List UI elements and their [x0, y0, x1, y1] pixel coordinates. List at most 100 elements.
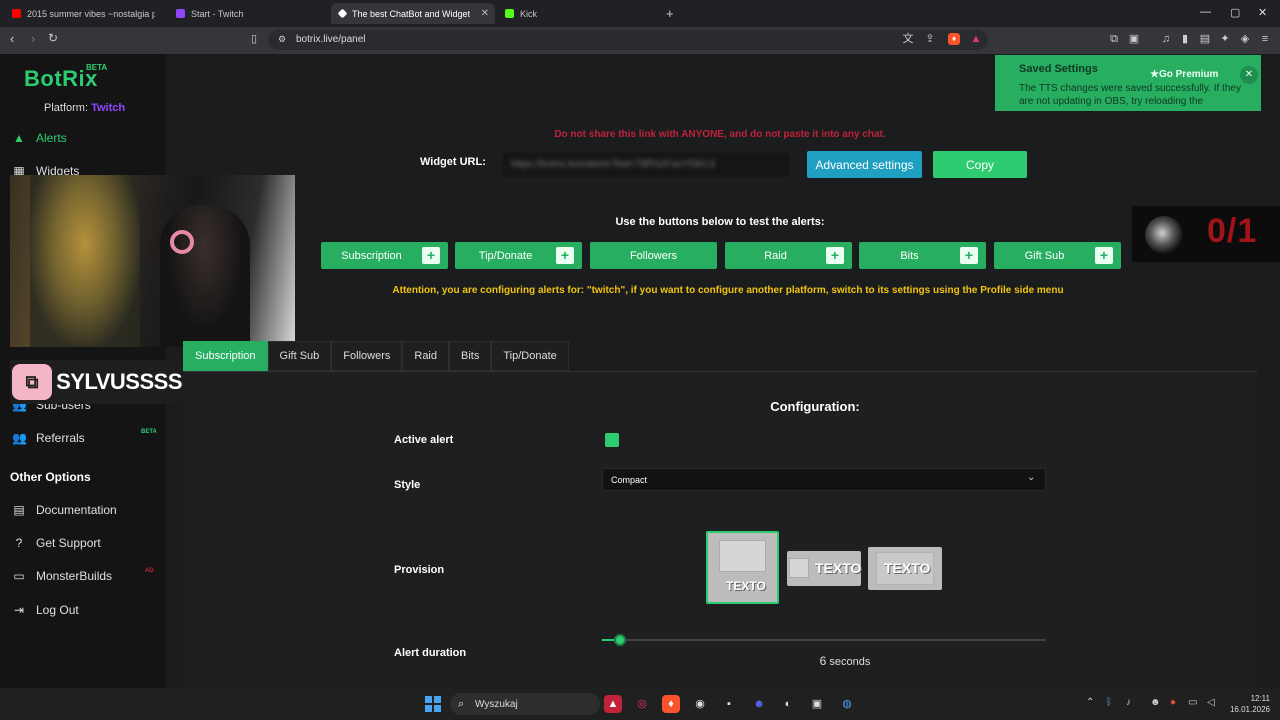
reload-icon[interactable]: ↻: [48, 31, 58, 45]
platform-attention-notice: Attention, you are configuring alerts fo…: [392, 285, 1064, 296]
logout-icon: ⇥: [13, 603, 25, 617]
extensions-icon[interactable]: ⧉: [1108, 33, 1120, 45]
volume-icon[interactable]: ◁: [1207, 697, 1215, 708]
taskbar-search-box[interactable]: [450, 693, 600, 715]
brave-rewards-icon[interactable]: ▲: [970, 33, 982, 45]
close-tab-icon[interactable]: ✕: [481, 8, 489, 19]
app-icon[interactable]: ◍: [838, 695, 856, 713]
monsterbuilds-ad-badge: AD: [145, 568, 154, 574]
site-info-icon[interactable]: ⚙: [276, 33, 288, 45]
vpn-icon[interactable]: ◈: [1239, 33, 1251, 45]
plus-icon[interactable]: +: [556, 247, 574, 264]
bookmark-icon[interactable]: ▯: [248, 33, 260, 45]
tab-followers[interactable]: Followers: [331, 341, 403, 371]
steam-icon[interactable]: ◉: [691, 695, 709, 713]
discord-tray-icon[interactable]: ☻: [1150, 697, 1161, 708]
back-icon[interactable]: ‹: [10, 31, 14, 46]
sidebar-item-log-out[interactable]: ⇥ Log Out: [12, 600, 79, 620]
sidebar-item-documentation[interactable]: ▤ Documentation: [12, 500, 116, 520]
microphone-icon[interactable]: ●: [1170, 697, 1176, 708]
provision-option-overlay[interactable]: TEXTO: [868, 547, 942, 590]
plus-icon[interactable]: +: [422, 247, 440, 264]
widget-url-field[interactable]: https://botrix.live/alerts?bid=TBf%2FaoY…: [500, 150, 792, 179]
share-icon[interactable]: ⇪: [924, 33, 936, 45]
speaker-icon[interactable]: ♪: [1126, 697, 1131, 708]
image-placeholder-icon: [789, 558, 809, 578]
test-bits-button[interactable]: Bits +: [859, 242, 986, 269]
sidebar-item-monsterbuilds[interactable]: ▭ MonsterBuilds: [12, 566, 112, 586]
menu-icon[interactable]: ≡: [1259, 33, 1271, 45]
webcam-overlay: [10, 175, 295, 347]
test-followers-button[interactable]: Followers: [590, 242, 717, 269]
plus-icon[interactable]: +: [826, 247, 844, 264]
app-icon[interactable]: ▲: [604, 695, 622, 713]
wifi-icon[interactable]: ▭: [1188, 697, 1197, 708]
active-alert-checkbox[interactable]: [605, 433, 619, 447]
advanced-settings-button[interactable]: Advanced settings: [807, 151, 922, 178]
test-alerts-heading: Use the buttons below to test the alerts…: [615, 216, 825, 228]
leo-ai-icon[interactable]: ✦: [1219, 33, 1231, 45]
duration-slider-track[interactable]: [602, 639, 1046, 641]
app-icon[interactable]: ◐: [779, 695, 797, 713]
go-premium-link[interactable]: ★Go Premium: [1150, 69, 1218, 80]
avatar: [1145, 216, 1183, 254]
forward-icon[interactable]: ›: [31, 31, 35, 46]
sidebar-item-alerts[interactable]: ▲ Alerts: [12, 128, 67, 148]
tab-tip-donate[interactable]: Tip/Donate: [491, 341, 569, 371]
plus-icon[interactable]: +: [1095, 247, 1113, 264]
provision-option-stacked[interactable]: TEXTO: [706, 531, 779, 604]
tab-raid[interactable]: Raid: [402, 341, 449, 371]
toast-message: The TTS changes were saved successfully.…: [1019, 83, 1241, 107]
screenshot-icon[interactable]: ▣: [1128, 33, 1140, 45]
test-subscription-button[interactable]: Subscription +: [321, 242, 448, 269]
style-label: Style: [394, 479, 421, 491]
wallet-icon[interactable]: ▤: [1199, 33, 1211, 45]
users-icon: 👥: [12, 431, 27, 445]
twitch-icon: ⧉: [12, 364, 53, 400]
close-window-icon[interactable]: ✕: [1258, 6, 1267, 19]
app-icon[interactable]: ◎: [633, 695, 651, 713]
taskbar-search-placeholder: Wyszukaj: [475, 699, 518, 710]
url-text[interactable]: botrix.live/panel: [296, 34, 365, 45]
active-alert-label: Active alert: [394, 434, 454, 446]
music-icon[interactable]: ♫: [1160, 33, 1172, 45]
alert-duration-label: Alert duration: [394, 647, 467, 659]
browser-tab-youtube[interactable]: 2015 summer vibes ~nostalgia playlis: [4, 3, 164, 24]
streamer-figure: [160, 205, 250, 347]
new-tab-button[interactable]: +: [658, 3, 678, 24]
chevron-up-icon[interactable]: ⌃: [1086, 697, 1094, 708]
app-icon[interactable]: ▣: [808, 695, 826, 713]
configuration-title: Configuration:: [770, 399, 860, 414]
brave-shield-icon[interactable]: ♦: [948, 33, 960, 45]
provision-option-side[interactable]: TEXTO: [787, 551, 861, 586]
copy-button[interactable]: Copy: [933, 151, 1027, 178]
test-tip-donate-button[interactable]: Tip/Donate +: [455, 242, 582, 269]
sidebar-item-get-support[interactable]: ? Get Support: [12, 533, 101, 553]
document-icon: ▤: [13, 503, 25, 517]
tab-bits[interactable]: Bits: [449, 341, 492, 371]
test-gift-sub-button[interactable]: Gift Sub +: [994, 242, 1121, 269]
sidebar-toggle-icon[interactable]: ▮: [1179, 33, 1191, 45]
maximize-icon[interactable]: ▢: [1230, 6, 1240, 19]
duration-slider-handle[interactable]: [613, 634, 626, 646]
bluetooth-icon[interactable]: ᛒ: [1106, 697, 1112, 708]
browser-tab-kick[interactable]: Kick: [497, 3, 657, 24]
sidebar-item-referrals[interactable]: 👥 Referrals: [12, 428, 85, 448]
address-bar[interactable]: [268, 30, 988, 50]
browser-tab-botrix[interactable]: The best ChatBot and Widgets fo ✕: [331, 3, 495, 24]
plus-icon[interactable]: +: [960, 247, 978, 264]
alert-type-tabs: Subscription Gift Sub Followers Raid Bit…: [183, 341, 569, 371]
style-select[interactable]: Compact: [602, 468, 1046, 491]
translate-icon[interactable]: 文: [902, 33, 914, 45]
test-raid-button[interactable]: Raid +: [725, 242, 852, 269]
system-clock[interactable]: 12:11 16.01.2026: [1226, 693, 1270, 715]
browser-tab-twitch[interactable]: Start - Twitch: [168, 3, 328, 24]
terminal-icon[interactable]: ▪: [720, 695, 738, 713]
sub-goal-counter: 0/1: [1207, 212, 1258, 250]
tab-subscription[interactable]: Subscription: [183, 341, 268, 371]
minimize-icon[interactable]: —: [1200, 6, 1211, 18]
windows-start-icon[interactable]: [425, 696, 441, 712]
tab-gift-sub[interactable]: Gift Sub: [267, 341, 332, 371]
brave-icon[interactable]: ♦: [662, 695, 680, 713]
discord-icon[interactable]: ☻: [750, 695, 768, 713]
